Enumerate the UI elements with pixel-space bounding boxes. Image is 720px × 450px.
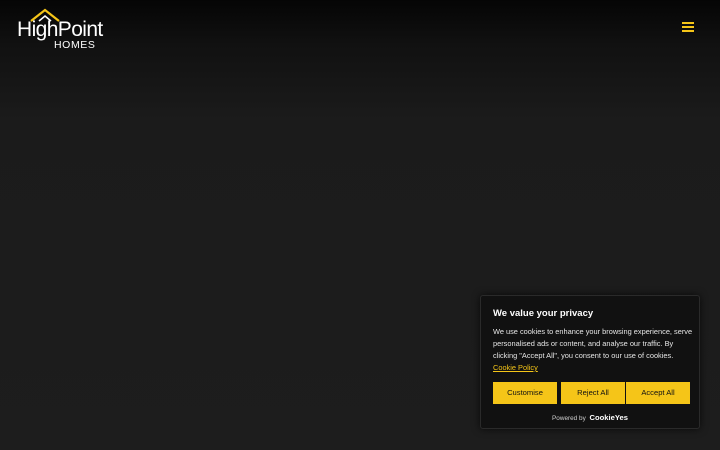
logo-subtitle: HOMES xyxy=(54,39,96,51)
cookie-policy-link[interactable]: Cookie Policy xyxy=(493,363,538,372)
reject-all-button[interactable]: Reject All xyxy=(561,382,625,404)
page: HighPoint HOMES We value your privacy We… xyxy=(0,0,720,450)
cookie-description: We use cookies to enhance your browsing … xyxy=(493,326,693,374)
cookie-button-row: Customise Reject All Accept All xyxy=(493,382,690,404)
logo-wordmark: HighPoint xyxy=(17,18,103,41)
powered-by: Powered by CookieYes xyxy=(481,413,699,422)
accept-all-button[interactable]: Accept All xyxy=(626,382,690,404)
site-header: HighPoint HOMES xyxy=(0,0,720,56)
cookieyes-brand[interactable]: CookieYes xyxy=(590,413,628,422)
cookie-consent-banner: We value your privacy We use cookies to … xyxy=(480,295,700,429)
customise-button[interactable]: Customise xyxy=(493,382,557,404)
powered-by-label: Powered by xyxy=(552,415,586,422)
cookie-body-text: We use cookies to enhance your browsing … xyxy=(493,327,693,360)
site-logo[interactable]: HighPoint HOMES xyxy=(16,8,120,51)
cookie-title: We value your privacy xyxy=(493,308,594,319)
hamburger-menu-icon[interactable] xyxy=(680,20,696,34)
